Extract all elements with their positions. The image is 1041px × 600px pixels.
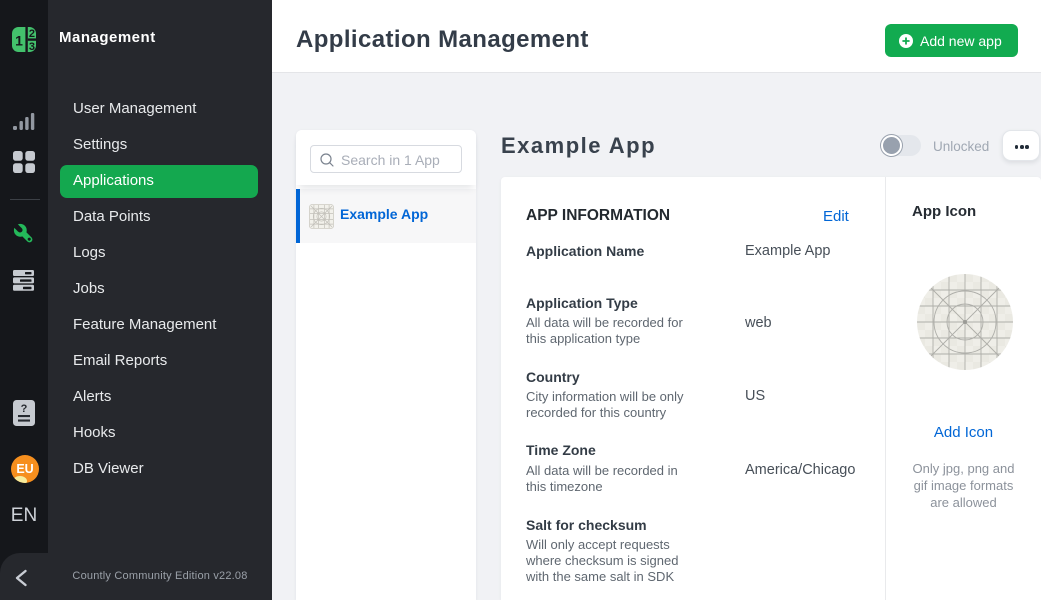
svg-text:2: 2 bbox=[29, 28, 35, 40]
svg-text:1: 1 bbox=[15, 33, 23, 49]
svg-text:3: 3 bbox=[29, 41, 35, 52]
svg-text:?: ? bbox=[21, 403, 28, 415]
